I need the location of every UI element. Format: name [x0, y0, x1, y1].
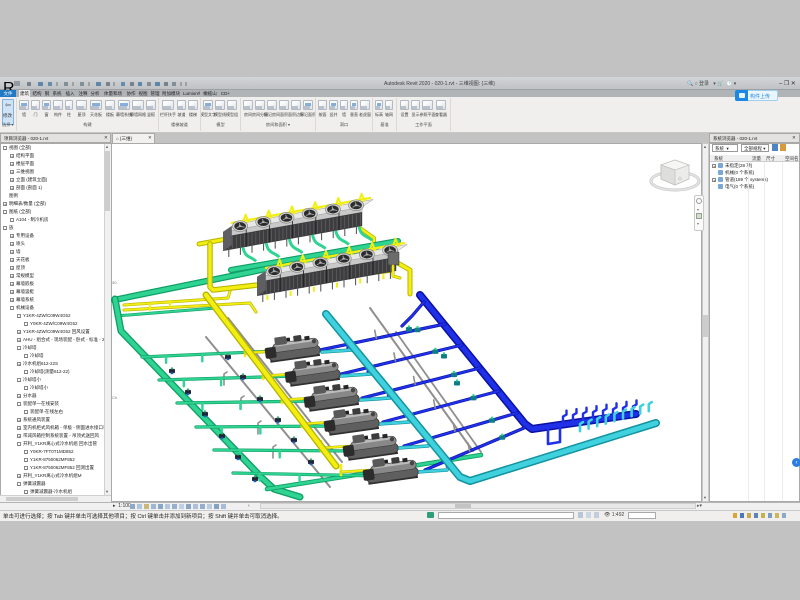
svg-text:⌂: ⌂ [678, 176, 682, 182]
svg-text:Ch: Ch [112, 395, 117, 400]
svg-text:30: 30 [112, 280, 117, 285]
